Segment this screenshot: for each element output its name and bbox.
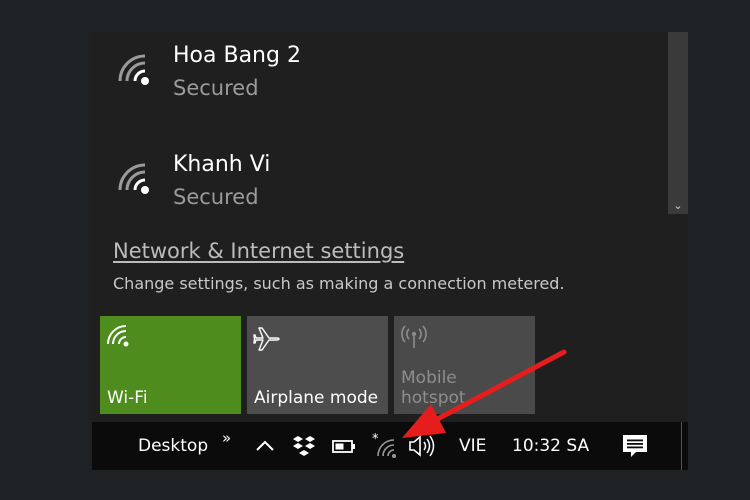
network-settings-link[interactable]: Network & Internet settings (113, 239, 404, 263)
battery-icon[interactable] (332, 422, 356, 470)
network-name: Hoa Bang 2 (173, 43, 301, 68)
notification-icon[interactable] (622, 422, 648, 470)
wifi-icon (118, 163, 149, 194)
volume-icon[interactable] (408, 422, 436, 470)
network-item-khanh-vi[interactable]: Khanh Vi Secured (92, 141, 652, 241)
wifi-icon (107, 325, 129, 347)
scroll-down-icon[interactable]: ⌄ (668, 199, 688, 212)
tile-label: Mobile hotspot (401, 368, 466, 408)
network-status: Secured (173, 76, 259, 100)
taskbar: Desktop » * VIE 10:32 SA (92, 422, 688, 470)
tile-label: Airplane mode (254, 388, 379, 408)
wifi-icon[interactable]: * (368, 422, 402, 470)
chevron-up-icon[interactable] (254, 422, 276, 470)
input-language[interactable]: VIE (459, 422, 486, 470)
network-name: Khanh Vi (173, 152, 271, 177)
desktop-toolbar-label[interactable]: Desktop (138, 422, 208, 470)
scrollbar[interactable]: ⌄ (668, 32, 688, 214)
network-item-hoa-bang-2[interactable]: Hoa Bang 2 Secured (92, 32, 652, 132)
svg-text:*: * (372, 432, 379, 447)
network-flyout: ⌄ Hoa Bang 2 Secured Khanh Vi Secured Ne… (92, 32, 688, 422)
show-desktop-divider[interactable] (681, 422, 682, 470)
airplane-mode-tile[interactable]: Airplane mode (247, 316, 388, 414)
wifi-icon (118, 54, 149, 85)
airplane-icon (253, 327, 280, 351)
mobile-hotspot-tile[interactable]: Mobile hotspot (394, 316, 535, 414)
wifi-toggle-tile[interactable]: Wi-Fi (100, 316, 241, 414)
dropbox-icon[interactable] (292, 422, 316, 470)
network-settings-description: Change settings, such as making a connec… (113, 274, 565, 293)
network-status: Secured (173, 185, 259, 209)
clock[interactable]: 10:32 SA (512, 422, 589, 470)
toolbar-expand-icon[interactable]: » (222, 414, 231, 462)
tile-label: Wi-Fi (107, 388, 148, 408)
hotspot-icon (401, 325, 427, 348)
